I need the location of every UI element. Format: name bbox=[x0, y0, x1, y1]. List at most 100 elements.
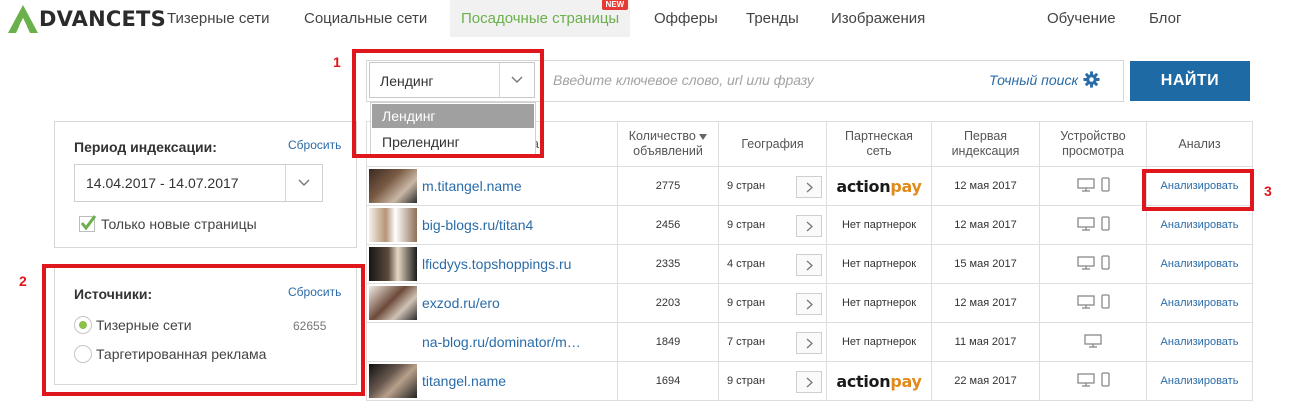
chevron-down-icon[interactable] bbox=[285, 165, 322, 201]
th-first-label: Первая индексация bbox=[952, 129, 1020, 159]
analyze-link[interactable]: Анализировать bbox=[1161, 219, 1239, 231]
landing-thumbnail[interactable] bbox=[369, 169, 417, 203]
period-title: Период индексации: bbox=[74, 139, 217, 155]
ad-count: 2456 bbox=[655, 219, 681, 231]
callout-number-1: 1 bbox=[333, 54, 341, 70]
date-cell: 15 мая 2017 bbox=[931, 245, 1039, 283]
th-partner-line2: сеть bbox=[866, 144, 892, 158]
geo-cell: 9 стран bbox=[718, 284, 826, 322]
count-cell: 1694 bbox=[617, 362, 718, 400]
exact-search-toggle[interactable]: Точный поиск bbox=[989, 71, 1100, 88]
analyze-link[interactable]: Анализировать bbox=[1161, 297, 1239, 309]
analyze-link[interactable]: Анализировать bbox=[1161, 336, 1239, 348]
exact-search-label: Точный поиск bbox=[989, 71, 1079, 88]
nav-landing-pages[interactable]: Посадочные страницы NEW bbox=[450, 0, 631, 37]
ad-count: 2775 bbox=[655, 180, 681, 192]
nav-blog[interactable]: Блог bbox=[1138, 0, 1192, 37]
callout-box-2 bbox=[42, 264, 365, 396]
date-cell: 12 мая 2017 bbox=[931, 284, 1039, 322]
th-count-line1: Количество bbox=[628, 129, 696, 143]
nav-teaser-networks[interactable]: Тизерные сети bbox=[156, 0, 280, 37]
landing-domain-link[interactable]: m.titangel.name bbox=[422, 167, 522, 205]
device-cell bbox=[1039, 206, 1146, 244]
new-only-label: Только новые страницы bbox=[101, 216, 257, 232]
ad-count: 2335 bbox=[655, 258, 681, 270]
th-count-line2: объявлений bbox=[633, 144, 703, 158]
analyze-link[interactable]: Анализировать bbox=[1161, 258, 1239, 270]
new-only-checkbox[interactable] bbox=[79, 215, 97, 232]
landing-thumbnail[interactable] bbox=[369, 247, 417, 281]
analysis-cell: Анализировать bbox=[1146, 323, 1252, 361]
count-cell: 2335 bbox=[617, 245, 718, 283]
landing-thumbnail[interactable] bbox=[369, 286, 417, 320]
landing-domain-link[interactable]: exzod.ru/ero bbox=[422, 284, 500, 322]
new-badge: NEW bbox=[601, 0, 629, 10]
landing-domain-link[interactable]: big-blogs.ru/titan4 bbox=[422, 206, 533, 244]
mobile-icon bbox=[1100, 294, 1110, 312]
date-cell: 22 мая 2017 bbox=[931, 362, 1039, 400]
th-device: Устройство просмотра bbox=[1039, 122, 1146, 166]
geo-cell: 9 стран bbox=[718, 206, 826, 244]
geo-cell: 9 стран bbox=[718, 167, 826, 205]
count-cell: 2456 bbox=[617, 206, 718, 244]
geo-countries: 9 стран bbox=[727, 219, 766, 231]
table-row: titangel.name 1694 9 стран actionpay 22 … bbox=[366, 362, 1253, 401]
landing-thumbnail[interactable] bbox=[369, 208, 417, 242]
search-input[interactable]: Введите ключевое слово, url или фразу bbox=[553, 72, 814, 88]
analysis-cell: Анализировать bbox=[1146, 245, 1252, 283]
th-device-label: Устройство просмотра bbox=[1060, 129, 1125, 159]
chevron-right-icon[interactable] bbox=[796, 332, 822, 354]
analyze-link[interactable]: Анализировать bbox=[1161, 375, 1239, 387]
analysis-cell: Анализировать bbox=[1146, 362, 1252, 400]
th-geo: География bbox=[718, 122, 826, 166]
landing-domain-link[interactable]: na-blog.ru/dominator/m… bbox=[422, 323, 581, 361]
landing-thumbnail[interactable] bbox=[369, 364, 417, 398]
th-count[interactable]: Количество объявлений bbox=[617, 122, 718, 166]
period-reset-link[interactable]: Сбросить bbox=[288, 138, 341, 152]
logo-text: DVANCETS bbox=[39, 7, 166, 31]
geo-cell: 4 стран bbox=[718, 245, 826, 283]
nav-trends[interactable]: Тренды bbox=[735, 0, 810, 37]
geo-countries: 9 стран bbox=[727, 180, 766, 192]
th-analysis: Анализ bbox=[1146, 122, 1252, 166]
chevron-right-icon[interactable] bbox=[796, 215, 822, 237]
actionpay-logo: actionpay bbox=[836, 371, 922, 391]
date-cell: 12 мая 2017 bbox=[931, 206, 1039, 244]
partner-cell: Нет партнерок bbox=[826, 323, 931, 361]
th-device-line1: Устройство bbox=[1060, 129, 1126, 143]
find-button[interactable]: НАЙТИ bbox=[1130, 61, 1250, 101]
nav-social-networks[interactable]: Социальные сети bbox=[293, 0, 438, 37]
th-partner: Партнеская сеть bbox=[826, 122, 931, 166]
analysis-cell: Анализировать bbox=[1146, 206, 1252, 244]
nav-images[interactable]: Изображения bbox=[820, 0, 936, 37]
th-first-index: Первая индексация bbox=[931, 122, 1039, 166]
mobile-icon bbox=[1100, 216, 1110, 234]
th-device-line2: просмотра bbox=[1062, 144, 1124, 158]
chevron-right-icon[interactable] bbox=[796, 176, 822, 198]
sort-down-icon bbox=[699, 134, 708, 140]
th-first-line2: индексация bbox=[951, 144, 1020, 158]
geo-countries: 9 стран bbox=[727, 297, 766, 309]
landing-domain-link[interactable]: lficdyys.topshoppings.ru bbox=[422, 245, 571, 283]
nav-offers[interactable]: Офферы bbox=[643, 0, 729, 37]
chevron-right-icon[interactable] bbox=[796, 254, 822, 276]
chevron-right-icon[interactable] bbox=[796, 293, 822, 315]
desktop-icon bbox=[1084, 333, 1102, 351]
device-cell bbox=[1039, 362, 1146, 400]
advancets-logo[interactable]: DVANCETS bbox=[8, 5, 166, 33]
table-row: exzod.ru/ero 2203 9 стран Нет партнерок … bbox=[366, 284, 1253, 323]
first-index-date: 15 мая 2017 bbox=[954, 258, 1017, 270]
desktop-icon bbox=[1076, 294, 1095, 312]
nav-learning[interactable]: Обучение bbox=[1036, 0, 1127, 37]
device-cell bbox=[1039, 167, 1146, 205]
first-index-date: 11 мая 2017 bbox=[954, 336, 1017, 348]
date-range-select[interactable]: 14.04.2017 - 14.07.2017 bbox=[74, 164, 323, 202]
chevron-right-icon[interactable] bbox=[796, 371, 822, 393]
callout-number-3: 3 bbox=[1264, 183, 1272, 199]
first-index-date: 22 мая 2017 bbox=[954, 375, 1017, 387]
page-cell: na-blog.ru/dominator/m… bbox=[367, 323, 617, 361]
partner-network: Нет партнерок bbox=[841, 336, 917, 348]
partner-network: Нет партнерок bbox=[841, 297, 917, 309]
landing-domain-link[interactable]: titangel.name bbox=[422, 362, 506, 400]
device-cell bbox=[1039, 284, 1146, 322]
